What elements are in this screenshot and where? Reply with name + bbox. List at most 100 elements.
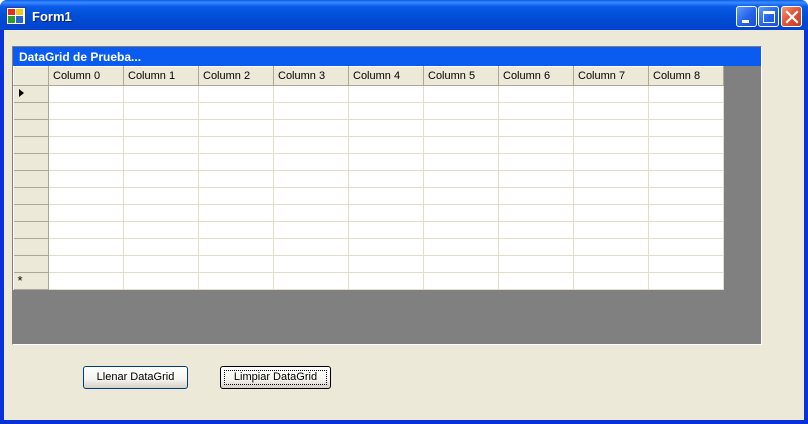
column-header[interactable]: Column 2 bbox=[198, 66, 274, 86]
grid-cell[interactable] bbox=[348, 136, 424, 154]
grid-cell[interactable] bbox=[123, 170, 199, 188]
grid-cell[interactable] bbox=[198, 85, 274, 103]
grid-cell[interactable] bbox=[648, 153, 724, 171]
grid-cell[interactable] bbox=[573, 221, 649, 239]
grid-cell[interactable] bbox=[498, 221, 574, 239]
table-row[interactable] bbox=[13, 238, 724, 256]
grid-cell[interactable] bbox=[273, 170, 349, 188]
llenar-datagrid-button[interactable]: Llenar DataGrid bbox=[83, 366, 188, 389]
grid-cell[interactable] bbox=[498, 85, 574, 103]
grid-cell[interactable] bbox=[48, 153, 124, 171]
grid-cell[interactable] bbox=[123, 102, 199, 120]
grid-cell[interactable] bbox=[198, 204, 274, 222]
grid-cell[interactable] bbox=[498, 153, 574, 171]
grid-cell[interactable] bbox=[423, 272, 499, 290]
column-header[interactable]: Column 4 bbox=[348, 66, 424, 86]
grid-cell[interactable] bbox=[198, 119, 274, 137]
grid-cell[interactable] bbox=[123, 204, 199, 222]
grid-cell[interactable] bbox=[348, 204, 424, 222]
grid-cell[interactable] bbox=[198, 255, 274, 273]
row-header[interactable] bbox=[13, 119, 49, 137]
grid-cell[interactable] bbox=[648, 170, 724, 188]
grid-cell[interactable] bbox=[648, 272, 724, 290]
column-header[interactable]: Column 3 bbox=[273, 66, 349, 86]
table-row[interactable] bbox=[13, 255, 724, 273]
grid-cell[interactable] bbox=[423, 153, 499, 171]
grid-cell[interactable] bbox=[123, 119, 199, 137]
column-header[interactable]: Column 7 bbox=[573, 66, 649, 86]
title-bar[interactable]: Form1 bbox=[0, 0, 808, 30]
grid-cell[interactable] bbox=[273, 136, 349, 154]
grid-cell[interactable] bbox=[273, 187, 349, 205]
grid-cell[interactable] bbox=[573, 187, 649, 205]
grid-cell[interactable] bbox=[498, 187, 574, 205]
grid-cell[interactable] bbox=[198, 102, 274, 120]
grid-cell[interactable] bbox=[273, 272, 349, 290]
grid-cell[interactable] bbox=[423, 238, 499, 256]
minimize-button[interactable] bbox=[736, 6, 757, 27]
grid-cell[interactable] bbox=[198, 170, 274, 188]
grid-cell[interactable] bbox=[573, 119, 649, 137]
grid-cell[interactable] bbox=[48, 221, 124, 239]
row-header[interactable] bbox=[13, 153, 49, 171]
grid-cell[interactable] bbox=[573, 153, 649, 171]
grid-cell[interactable] bbox=[423, 119, 499, 137]
grid-cell[interactable] bbox=[123, 136, 199, 154]
grid-cell[interactable] bbox=[198, 238, 274, 256]
grid-cell[interactable] bbox=[423, 204, 499, 222]
table-row[interactable] bbox=[13, 136, 724, 154]
grid-cell[interactable] bbox=[198, 153, 274, 171]
maximize-button[interactable] bbox=[758, 6, 779, 27]
row-header[interactable] bbox=[13, 255, 49, 273]
datagrid-table[interactable]: Column 0 Column 1 Column 2 Column 3 Column 4… bbox=[13, 66, 724, 290]
grid-cell[interactable] bbox=[573, 170, 649, 188]
grid-cell[interactable] bbox=[573, 136, 649, 154]
grid-cell[interactable] bbox=[273, 85, 349, 103]
grid-cell[interactable] bbox=[423, 170, 499, 188]
row-header[interactable] bbox=[13, 221, 49, 239]
grid-cell[interactable] bbox=[123, 221, 199, 239]
limpiar-datagrid-button[interactable]: Limpiar DataGrid bbox=[220, 366, 331, 389]
datagrid[interactable]: DataGrid de Prueba... Column 0 Column 1 Co… bbox=[12, 46, 762, 345]
grid-cell[interactable] bbox=[48, 102, 124, 120]
grid-cell[interactable] bbox=[573, 255, 649, 273]
table-row[interactable] bbox=[13, 153, 724, 171]
grid-cell[interactable] bbox=[273, 102, 349, 120]
grid-cell[interactable] bbox=[123, 272, 199, 290]
grid-cell[interactable] bbox=[348, 238, 424, 256]
grid-cell[interactable] bbox=[648, 221, 724, 239]
grid-cell[interactable] bbox=[198, 187, 274, 205]
grid-cell[interactable] bbox=[348, 272, 424, 290]
table-row[interactable] bbox=[13, 102, 724, 120]
grid-cell[interactable] bbox=[273, 119, 349, 137]
grid-cell[interactable] bbox=[648, 136, 724, 154]
grid-cell[interactable] bbox=[48, 238, 124, 256]
table-row[interactable] bbox=[13, 221, 724, 239]
grid-cell[interactable] bbox=[123, 187, 199, 205]
grid-cell[interactable] bbox=[498, 136, 574, 154]
table-row[interactable] bbox=[13, 119, 724, 137]
grid-cell[interactable] bbox=[573, 204, 649, 222]
grid-cell[interactable] bbox=[348, 153, 424, 171]
grid-cell[interactable] bbox=[348, 221, 424, 239]
row-header[interactable] bbox=[13, 170, 49, 188]
column-header[interactable]: Column 1 bbox=[123, 66, 199, 86]
grid-cell[interactable] bbox=[423, 255, 499, 273]
row-header[interactable] bbox=[13, 204, 49, 222]
grid-cell[interactable] bbox=[123, 238, 199, 256]
table-row[interactable] bbox=[13, 204, 724, 222]
grid-cell[interactable] bbox=[48, 119, 124, 137]
grid-cell[interactable] bbox=[648, 204, 724, 222]
grid-cell[interactable] bbox=[648, 85, 724, 103]
grid-cell[interactable] bbox=[648, 255, 724, 273]
grid-cell[interactable] bbox=[348, 255, 424, 273]
row-header[interactable] bbox=[13, 187, 49, 205]
grid-cell[interactable] bbox=[573, 85, 649, 103]
grid-cell[interactable] bbox=[48, 255, 124, 273]
grid-cell[interactable] bbox=[198, 136, 274, 154]
grid-cell[interactable] bbox=[573, 102, 649, 120]
grid-cell[interactable] bbox=[273, 255, 349, 273]
grid-cell[interactable] bbox=[123, 255, 199, 273]
grid-cell[interactable] bbox=[423, 136, 499, 154]
grid-cell[interactable] bbox=[498, 204, 574, 222]
